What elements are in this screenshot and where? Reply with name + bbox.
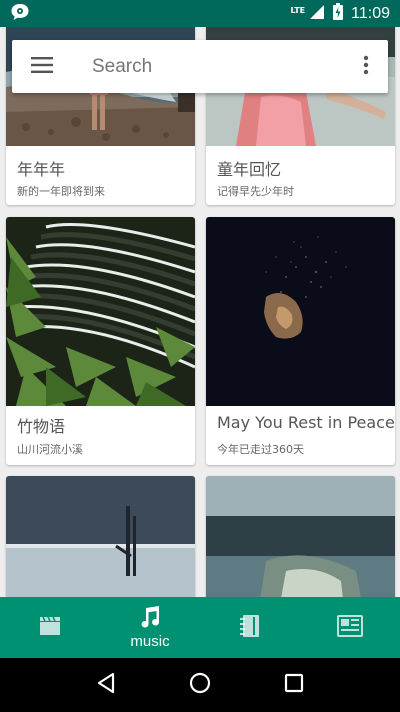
search-input[interactable]: Search — [92, 56, 344, 78]
bottom-navigation: music — [0, 597, 400, 658]
clock: 11:09 — [351, 4, 390, 22]
network-type: LTE — [290, 6, 306, 15]
nav-label: music — [130, 633, 170, 650]
more-options-button[interactable] — [344, 40, 388, 93]
nav-item-movies[interactable] — [0, 597, 100, 658]
book-icon — [240, 614, 260, 642]
signal-icon — [309, 4, 325, 24]
recents-icon[interactable] — [284, 673, 304, 697]
status-bar: LTE 11:09 — [0, 0, 400, 27]
nav-item-music[interactable]: music — [100, 597, 200, 658]
card-image — [6, 217, 195, 406]
card-title: 童年回忆 — [217, 160, 282, 179]
card-image — [206, 476, 395, 597]
newspaper-icon — [337, 614, 363, 641]
battery-icon — [333, 3, 344, 24]
search-bar[interactable]: Search — [12, 40, 388, 93]
card-title: 竹物语 — [17, 417, 66, 436]
card-subtitle: 今年已走过360天 — [217, 443, 304, 456]
card-grid[interactable]: 年年年 新的一年即将到来 童年回忆 记得早先少年时 竹物语 山川河流小溪 May… — [0, 27, 400, 597]
back-icon[interactable] — [96, 672, 116, 698]
card-title: May You Rest in Peace — [217, 413, 395, 432]
card-reflection[interactable] — [6, 476, 195, 597]
notification-icon — [10, 3, 30, 25]
card-water[interactable] — [206, 476, 395, 597]
card-image — [206, 217, 395, 406]
card-image — [6, 476, 195, 597]
nav-item-news[interactable] — [300, 597, 400, 658]
music-icon — [139, 605, 161, 633]
card-rest-in-peace[interactable]: May You Rest in Peace 今年已走过360天 — [206, 217, 395, 465]
movie-icon — [39, 616, 61, 640]
system-navigation-bar — [0, 658, 400, 712]
card-bamboo[interactable]: 竹物语 山川河流小溪 — [6, 217, 195, 465]
hamburger-icon — [31, 56, 53, 77]
home-icon[interactable] — [189, 672, 211, 698]
nav-item-books[interactable] — [200, 597, 300, 658]
card-subtitle: 记得早先少年时 — [217, 185, 294, 198]
menu-button[interactable] — [12, 40, 72, 93]
card-subtitle: 新的一年即将到来 — [17, 185, 105, 198]
card-title: 年年年 — [17, 160, 66, 179]
more-vert-icon — [363, 55, 369, 79]
card-subtitle: 山川河流小溪 — [17, 443, 83, 456]
